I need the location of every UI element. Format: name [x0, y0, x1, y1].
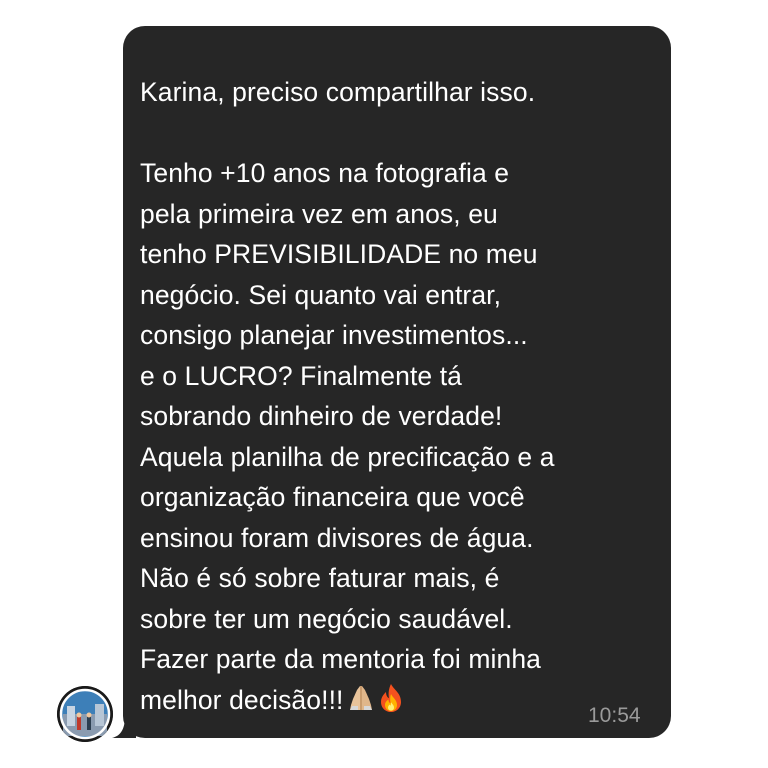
message-line: Aquela planilha de precificação e a — [140, 441, 555, 472]
message-line: sobre ter um negócio saudável. — [140, 603, 513, 634]
message-line: Fazer parte da mentoria foi minha — [140, 644, 541, 674]
message-line: Não é só sobre faturar mais, é — [140, 563, 500, 593]
message-line: consigo planejar investimentos... — [140, 320, 528, 350]
message-line: organização financeira que você — [140, 482, 525, 512]
chat-screenshot: Karina, preciso compartilhar isso. Tenho… — [0, 0, 768, 768]
avatar[interactable] — [57, 686, 113, 742]
message-line: Tenho +10 anos na fotografia e — [140, 158, 510, 188]
message-timestamp: 10:54 — [588, 704, 641, 727]
message-line: e o LUCRO? Finalmente tá — [140, 360, 463, 391]
message-line: tenho PREVISIBILIDADE no meu — [140, 239, 538, 269]
folded-hands-icon — [346, 683, 376, 725]
message-line: sobrando dinheiro de verdade! — [140, 401, 503, 431]
message-line: melhor decisão!!! — [140, 684, 344, 715]
message-line: ensinou foram divisores de água. — [140, 522, 534, 553]
message-line: pela primeira vez em anos, eu — [140, 198, 498, 229]
message-line: negócio. Sei quanto vai entrar, — [140, 279, 502, 310]
message-line: Karina, preciso compartilhar isso. — [140, 77, 536, 107]
message-text: Karina, preciso compartilhar isso. Tenho… — [140, 72, 660, 724]
fire-icon — [378, 683, 404, 725]
avatar-image — [57, 686, 113, 742]
